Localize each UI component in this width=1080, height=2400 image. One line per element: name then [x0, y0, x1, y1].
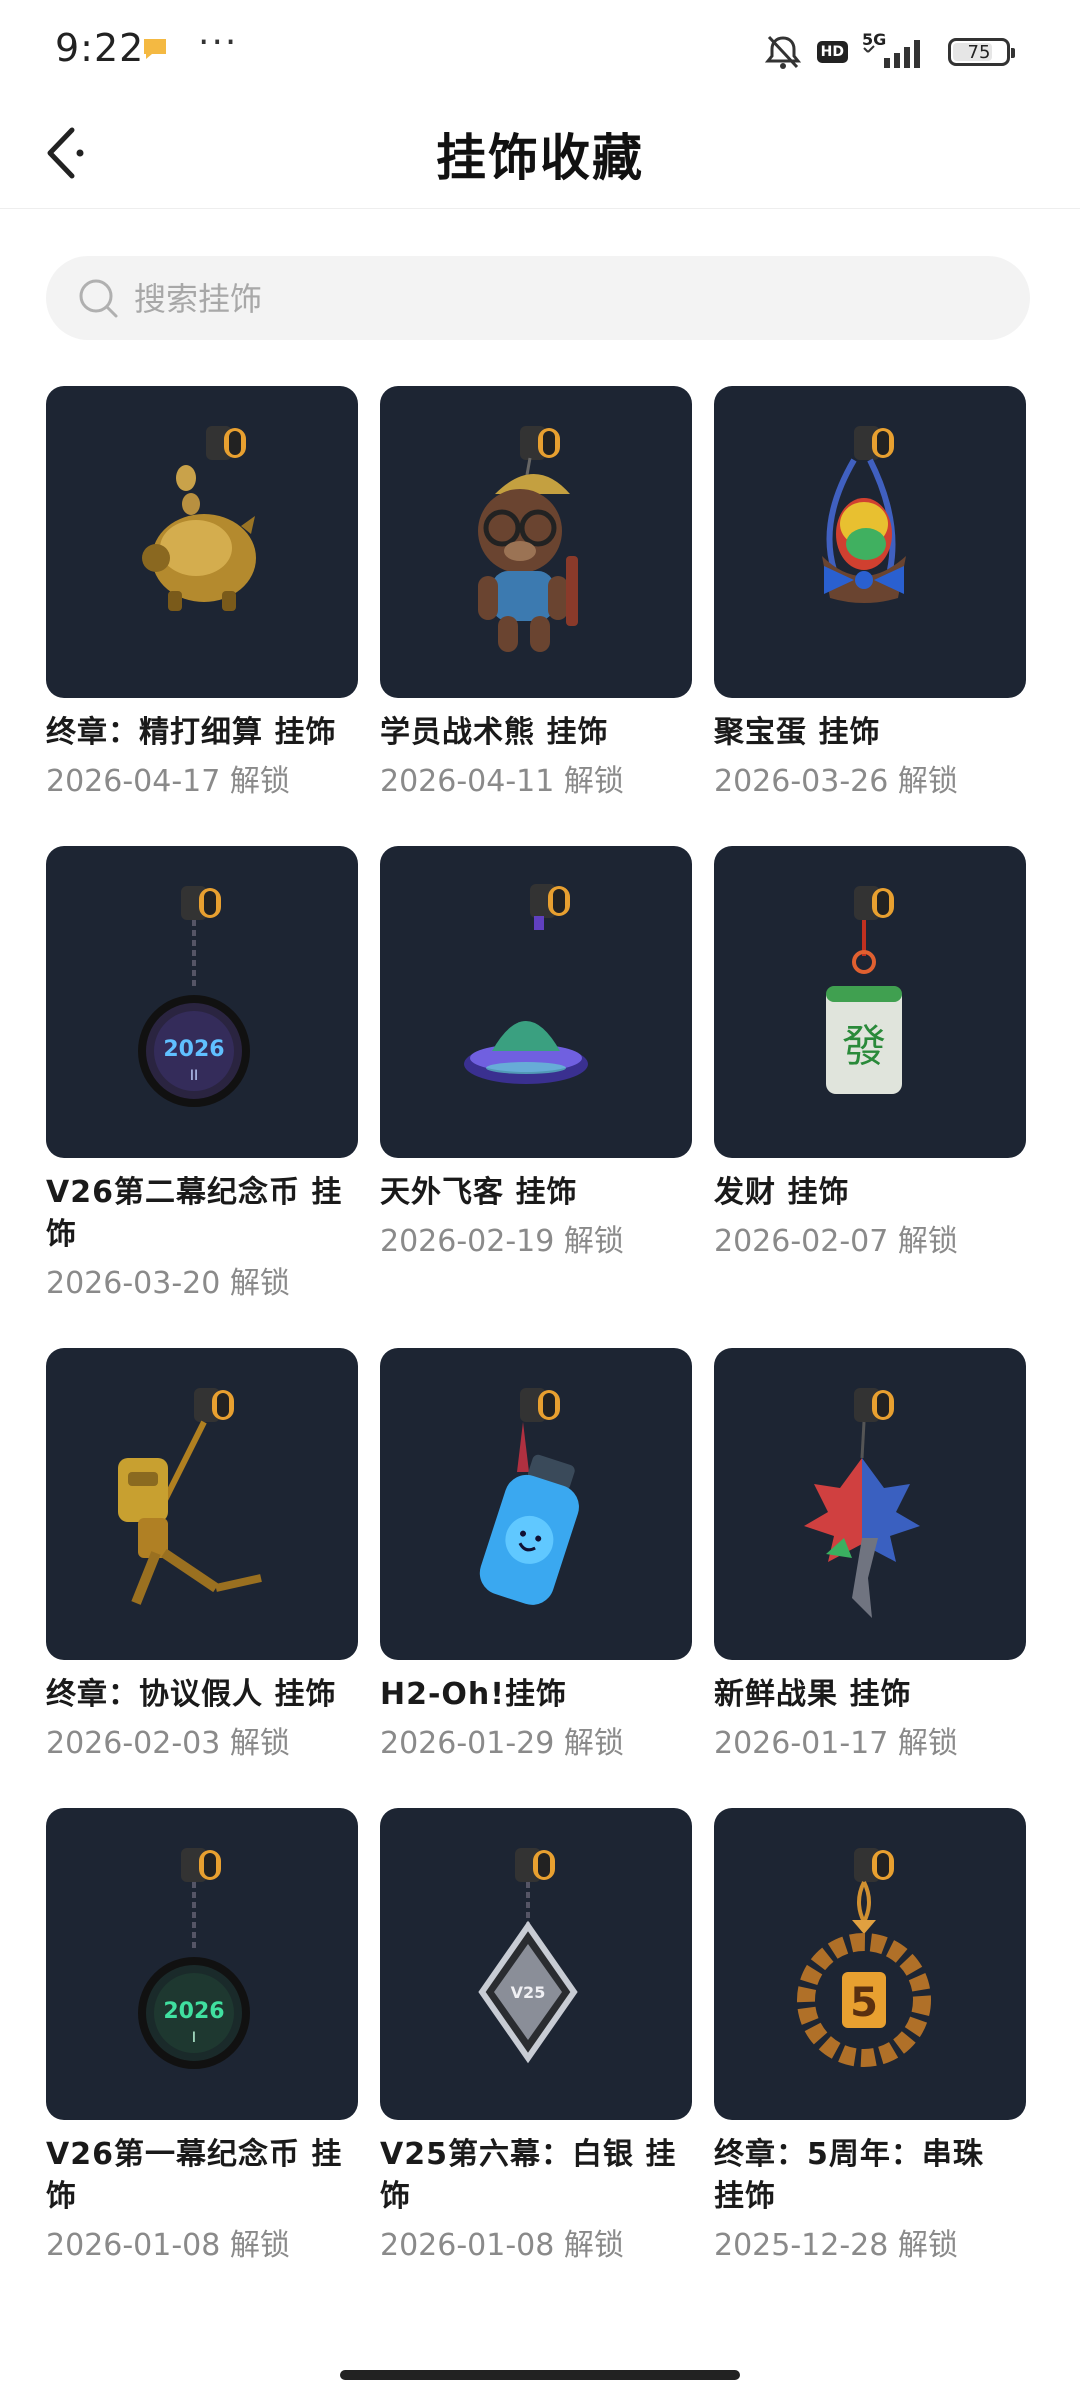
message-notification-icon [144, 39, 166, 59]
charm-unlock-date: 2026-03-26 解锁 [714, 764, 958, 799]
svg-text:I: I [192, 2030, 196, 2046]
charm-unlock-date: 2026-01-29 解锁 [380, 1726, 624, 1761]
charm-card[interactable]: 2026 II V26第二幕纪念币 挂饰 2026-03-20 解锁 [46, 846, 358, 1304]
charm-row: 终章：精打细算 挂饰 2026-04-17 解锁 学员战术熊 挂饰 2026-0… [46, 386, 1046, 802]
charm-card[interactable]: 终章：协议假人 挂饰 2026-02-03 解锁 [46, 1348, 358, 1764]
charm-unlock-date: 2026-02-19 解锁 [380, 1224, 624, 1259]
charm-name: 学员战术熊 挂饰 [380, 715, 609, 750]
charm-card[interactable]: 天外飞客 挂饰 2026-02-19 解锁 [380, 846, 692, 1304]
status-time: 9:22 [55, 26, 145, 70]
charm-unlock-date: 2026-01-08 解锁 [46, 2228, 290, 2263]
charm-card[interactable]: 新鲜战果 挂饰 2026-01-17 解锁 [714, 1348, 1026, 1764]
status-bar: 9:22 ··· HD 5G 75 [0, 0, 1080, 100]
charm-name: 终章：5周年：串珠 挂饰 [714, 2137, 984, 2214]
home-indicator[interactable] [340, 2370, 740, 2380]
charm-thumbnail[interactable]: 發 [714, 846, 1026, 1158]
svg-text:II: II [190, 1068, 198, 1084]
charm-thumbnail[interactable] [380, 846, 692, 1158]
charm-card[interactable]: 5 终章：5周年：串珠 挂饰 2025-12-28 解锁 [714, 1808, 1026, 2266]
charm-grid: 终章：精打细算 挂饰 2026-04-17 解锁 学员战术熊 挂饰 2026-0… [46, 386, 1046, 2266]
more-notifications-icon: ··· [198, 22, 239, 63]
svg-text:發: 發 [842, 1021, 886, 1072]
battery-icon: 75 [948, 38, 1015, 66]
water-bottle-icon [479, 1388, 579, 1605]
charm-thumbnail[interactable] [46, 386, 358, 698]
charm-name: H2-Oh!挂饰 [380, 1677, 567, 1712]
v26-act1-coin-icon: 2026 I [138, 1848, 250, 2069]
signal-icon: 5G [862, 30, 934, 70]
charm-unlock-date: 2026-04-17 解锁 [46, 764, 290, 799]
charm-thumbnail[interactable] [380, 1348, 692, 1660]
charm-thumbnail[interactable]: V25 [380, 1808, 692, 2120]
charm-unlock-date: 2026-02-07 解锁 [714, 1224, 958, 1259]
charm-unlock-date: 2026-01-08 解锁 [380, 2228, 624, 2263]
page-title: 挂饰收藏 [436, 129, 644, 187]
charm-card[interactable]: H2-Oh!挂饰 2026-01-29 解锁 [380, 1348, 692, 1764]
status-icons: HD 5G 75 [763, 30, 1015, 72]
charm-name: V26第二幕纪念币 挂饰 [46, 1175, 343, 1252]
five-year-bead-icon: 5 [797, 1848, 931, 2067]
charm-unlock-date: 2026-02-03 解锁 [46, 1726, 290, 1761]
charm-unlock-date: 2026-01-17 解锁 [714, 1726, 958, 1761]
charm-name: 终章：精打细算 挂饰 [46, 715, 337, 750]
charm-card[interactable]: V25 V25第六幕：白银 挂饰 2026-01-08 解锁 [380, 1808, 692, 2266]
svg-text:5: 5 [850, 1980, 878, 2026]
svg-text:V25: V25 [511, 1983, 546, 2002]
v26-act2-coin-icon: 2026 II [138, 886, 250, 1107]
charm-name: 聚宝蛋 挂饰 [714, 715, 881, 750]
charm-card[interactable]: 学员战术熊 挂饰 2026-04-11 解锁 [380, 386, 692, 802]
charm-card[interactable]: 聚宝蛋 挂饰 2026-03-26 解锁 [714, 386, 1026, 802]
gold-piggy-bank-icon [142, 426, 256, 611]
treasure-egg-icon [822, 426, 906, 603]
ufo-icon [464, 884, 588, 1084]
charm-card[interactable]: 终章：精打细算 挂饰 2026-04-17 解锁 [46, 386, 358, 802]
hd-badge: HD [816, 41, 848, 63]
charm-thumbnail[interactable]: 2026 I [46, 1808, 358, 2120]
gold-dummy-icon [118, 1388, 262, 1605]
charm-name: V26第一幕纪念币 挂饰 [46, 2137, 343, 2214]
charm-card[interactable]: 發 发财 挂饰 2026-02-07 解锁 [714, 846, 1026, 1304]
tactical-bear-icon [478, 426, 578, 652]
charm-unlock-date: 2026-04-11 解锁 [380, 764, 624, 799]
charm-name: 终章：协议假人 挂饰 [46, 1677, 337, 1712]
search-icon [79, 279, 118, 318]
nav-bar: 挂饰收藏 [0, 100, 1080, 209]
charm-thumbnail[interactable] [714, 1348, 1026, 1660]
charm-thumbnail[interactable]: 2026 II [46, 846, 358, 1158]
charm-unlock-date: 2025-12-28 解锁 [714, 2228, 958, 2263]
fruit-tree-icon [804, 1388, 920, 1618]
charm-row: 终章：协议假人 挂饰 2026-02-03 解锁 H2-Oh!挂饰 2026-0… [46, 1348, 1046, 1764]
mahjong-tile-icon: 發 [826, 886, 902, 1094]
charm-thumbnail[interactable] [46, 1348, 358, 1660]
charm-name: 天外飞客 挂饰 [380, 1175, 578, 1210]
charm-thumbnail[interactable] [380, 386, 692, 698]
silver-diamond-icon: V25 [478, 1848, 578, 2064]
charm-name: 发财 挂饰 [714, 1175, 850, 1210]
charm-card[interactable]: 2026 I V26第一幕纪念币 挂饰 2026-01-08 解锁 [46, 1808, 358, 2266]
search-bar[interactable] [46, 256, 1030, 342]
charm-row: 2026 II V26第二幕纪念币 挂饰 2026-03-20 解锁 天外飞客 … [46, 846, 1046, 1304]
charm-row: 2026 I V26第一幕纪念币 挂饰 2026-01-08 解锁 V25 V2… [46, 1808, 1046, 2266]
svg-text:2026: 2026 [163, 1037, 224, 1062]
battery-percent: 75 [967, 41, 991, 63]
charm-name: V25第六幕：白银 挂饰 [380, 2137, 677, 2214]
svg-text:2026: 2026 [163, 1999, 224, 2024]
charm-thumbnail[interactable]: 5 [714, 1808, 1026, 2120]
search-input[interactable] [132, 256, 986, 342]
charm-thumbnail[interactable] [714, 386, 1026, 698]
charm-name: 新鲜战果 挂饰 [714, 1677, 912, 1712]
silent-bell-icon [764, 35, 801, 69]
charm-unlock-date: 2026-03-20 解锁 [46, 1266, 290, 1301]
